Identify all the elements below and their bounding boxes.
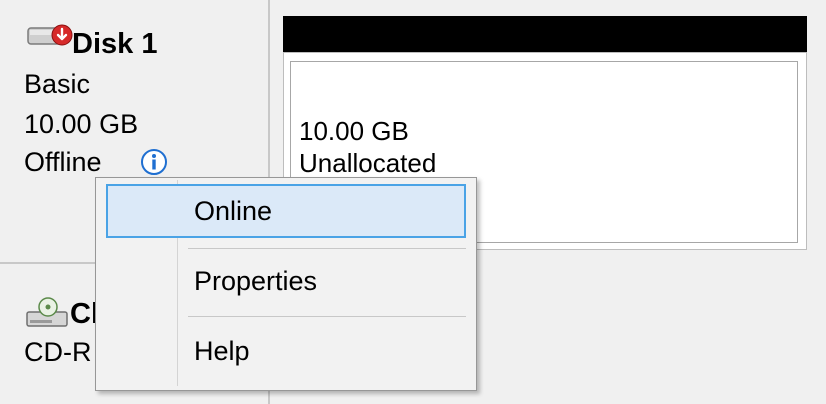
disk-status: Offline <box>24 147 102 177</box>
disk-offline-icon <box>27 24 73 46</box>
disk-type: Basic <box>24 69 91 99</box>
menu-separator <box>188 316 466 317</box>
disk-title: Disk 1 <box>72 28 158 60</box>
cdrom-type: CD-R <box>24 337 92 367</box>
disk-size: 10.00 GB <box>24 109 139 139</box>
disk-management-view: Disk 1 Basic 10.00 GB Offline 10.00 GB U… <box>0 0 826 404</box>
partition-size: 10.00 GB <box>299 116 409 146</box>
info-icon[interactable] <box>140 148 168 176</box>
menu-separator <box>188 248 466 249</box>
menu-item-properties[interactable]: Properties <box>106 254 466 308</box>
partition-status: Unallocated <box>299 148 437 178</box>
cdrom-drive-icon <box>26 297 68 327</box>
context-menu: Online Properties Help <box>95 177 477 391</box>
partition-header-bar <box>283 16 807 52</box>
menu-item-online[interactable]: Online <box>106 184 466 238</box>
menu-item-help[interactable]: Help <box>106 324 466 378</box>
